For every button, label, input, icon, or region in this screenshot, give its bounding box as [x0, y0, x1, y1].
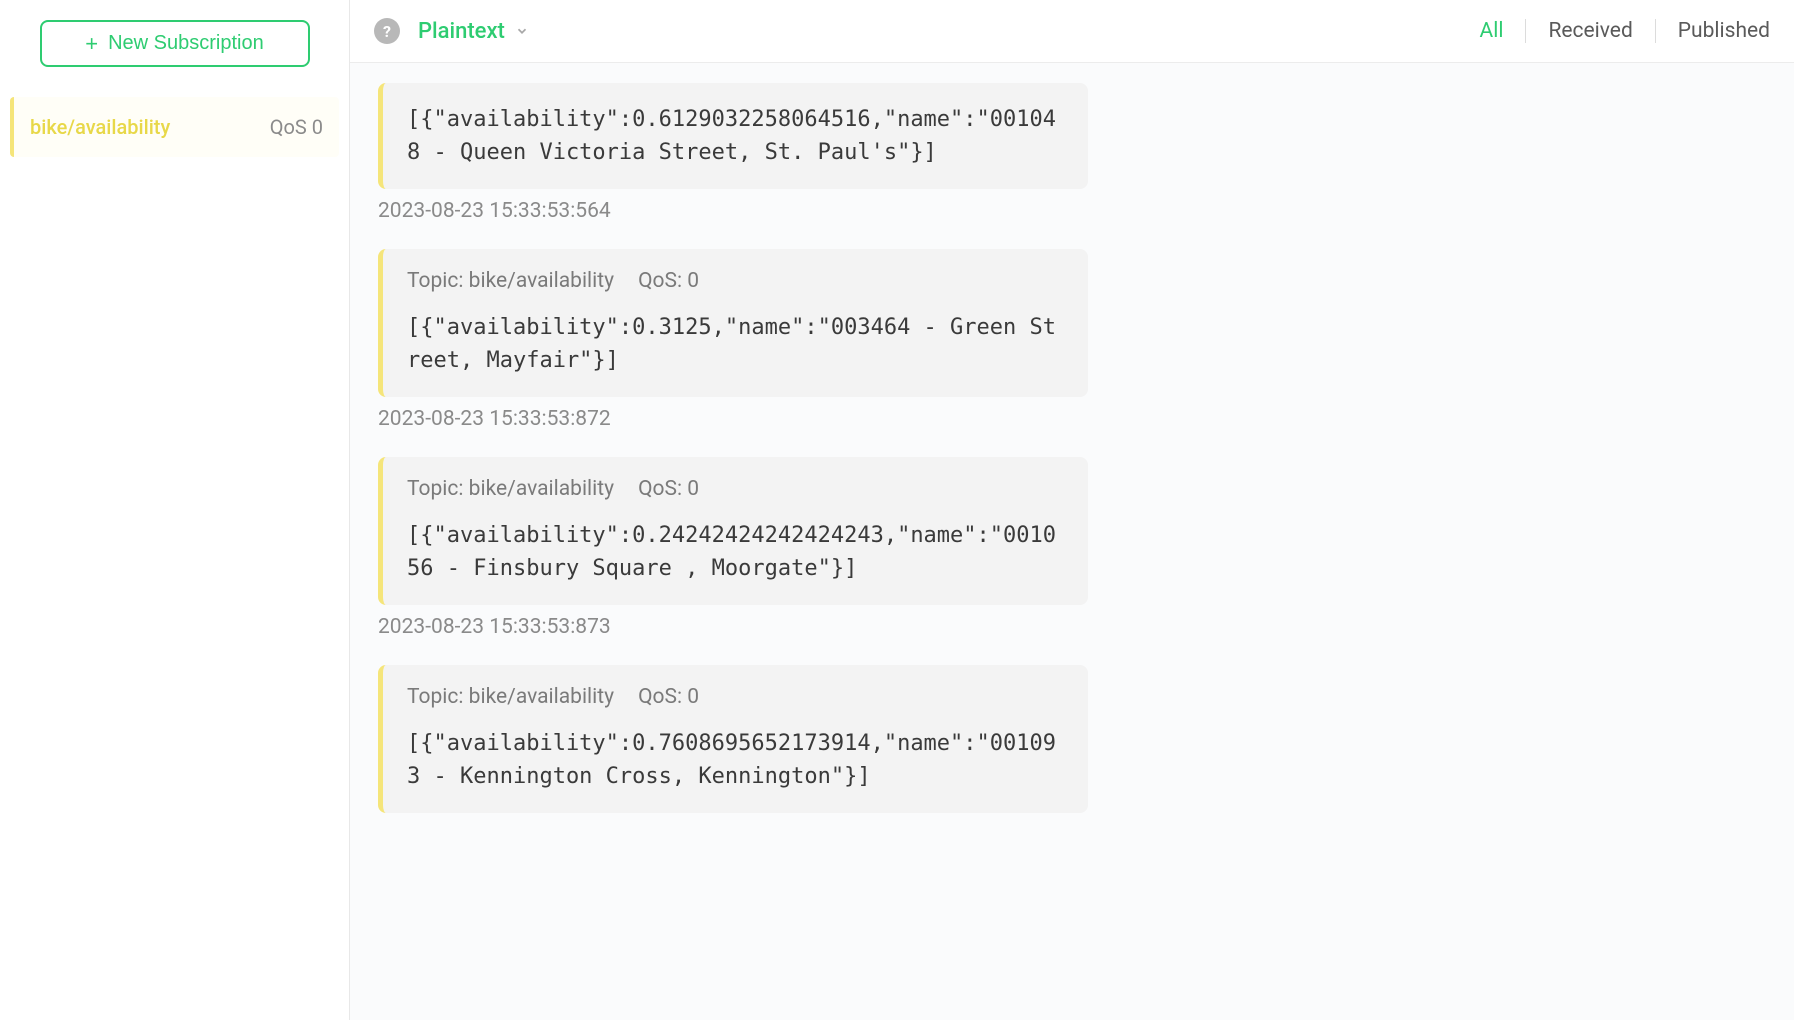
format-selector[interactable]: Plaintext [418, 19, 529, 44]
sidebar: + New Subscription bike/availability QoS… [0, 0, 350, 1020]
message-topic: Topic: bike/availability [407, 477, 614, 501]
message-timestamp: 2023-08-23 15:33:53:872 [378, 407, 1088, 431]
new-subscription-button[interactable]: + New Subscription [40, 20, 310, 67]
message-card: Topic: bike/availability QoS: 0 [{"availab… [378, 249, 1088, 397]
message-payload: [{"availability":0.6129032258064516,"nam… [407, 103, 1064, 169]
new-subscription-label: New Subscription [108, 32, 264, 55]
message-meta: Topic: bike/availability QoS: 0 [407, 685, 1064, 709]
subscription-item[interactable]: bike/availability QoS 0 [10, 97, 339, 157]
plus-icon: + [85, 33, 98, 55]
filter-tabs: All Received Published [1458, 19, 1770, 43]
topbar-left: ? Plaintext [374, 18, 529, 44]
tab-published[interactable]: Published [1656, 19, 1770, 43]
subscription-qos: QoS 0 [270, 115, 323, 139]
tab-all[interactable]: All [1458, 19, 1527, 43]
message-meta: Topic: bike/availability QoS: 0 [407, 477, 1064, 501]
message-timestamp: 2023-08-23 15:33:53:873 [378, 615, 1088, 639]
message-payload: [{"availability":0.24242424242424243,"na… [407, 519, 1064, 585]
message-card: [{"availability":0.6129032258064516,"nam… [378, 83, 1088, 189]
topbar: ? Plaintext All Received Published [350, 0, 1794, 63]
message-meta: Topic: bike/availability QoS: 0 [407, 269, 1064, 293]
message-qos: QoS: 0 [638, 269, 699, 293]
message-card: Topic: bike/availability QoS: 0 [{"availab… [378, 665, 1088, 813]
messages-list[interactable]: [{"availability":0.6129032258064516,"nam… [350, 63, 1794, 1020]
subscription-topic: bike/availability [30, 115, 170, 139]
main-panel: ? Plaintext All Received Published [{"av… [350, 0, 1794, 1020]
message-topic: Topic: bike/availability [407, 269, 614, 293]
tab-received[interactable]: Received [1526, 19, 1655, 43]
message-payload: [{"availability":0.3125,"name":"003464 -… [407, 311, 1064, 377]
help-icon[interactable]: ? [374, 18, 400, 44]
message-qos: QoS: 0 [638, 685, 699, 709]
message-timestamp: 2023-08-23 15:33:53:564 [378, 199, 1088, 223]
message-qos: QoS: 0 [638, 477, 699, 501]
format-label: Plaintext [418, 19, 505, 44]
message-payload: [{"availability":0.7608695652173914,"nam… [407, 727, 1064, 793]
message-topic: Topic: bike/availability [407, 685, 614, 709]
message-card: Topic: bike/availability QoS: 0 [{"availab… [378, 457, 1088, 605]
chevron-down-icon [515, 24, 529, 38]
